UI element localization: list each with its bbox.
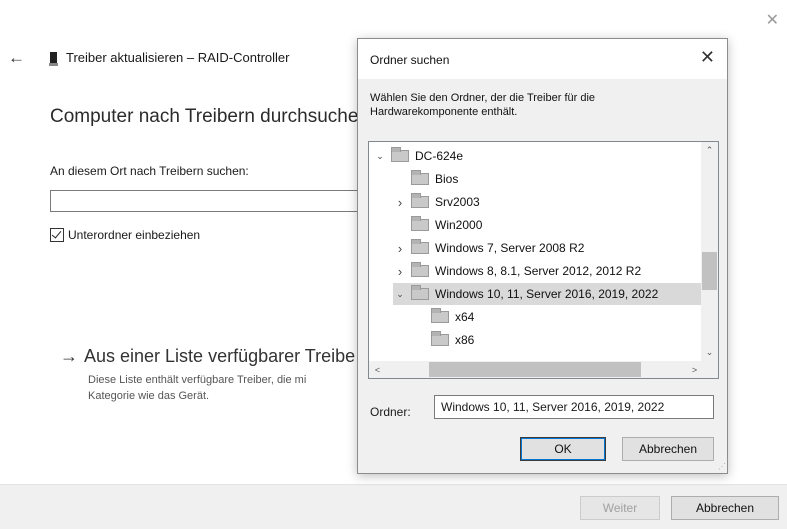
wizard-footer xyxy=(0,484,787,529)
tree-item-label: DC-624e xyxy=(415,149,464,163)
chevron-down-icon[interactable]: ⌄ xyxy=(393,289,407,300)
pick-from-list-link[interactable]: → Aus einer Liste verfügbarer Treibe xyxy=(60,346,355,367)
scroll-up-icon[interactable]: ⌃ xyxy=(701,142,718,159)
tree-item[interactable]: ⌄ DC-624e xyxy=(373,145,463,167)
tree-item[interactable]: › Windows 8, 8.1, Server 2012, 2012 R2 xyxy=(393,260,641,282)
resize-grip-icon[interactable]: ⋰ xyxy=(718,462,726,471)
folder-icon xyxy=(411,262,429,277)
next-button[interactable]: Weiter xyxy=(580,496,660,520)
dialog-cancel-button[interactable]: Abbrechen xyxy=(622,437,714,461)
pick-from-list-description: Diese Liste enthält verfügbare Treiber, … xyxy=(88,372,306,404)
chevron-right-icon[interactable]: › xyxy=(393,241,407,256)
pick-from-list-label: Aus einer Liste verfügbarer Treibe xyxy=(84,346,356,366)
arrow-right-icon: → xyxy=(60,346,78,366)
tree-item[interactable]: › Srv2003 xyxy=(393,191,480,213)
folder-icon xyxy=(411,239,429,254)
folder-icon xyxy=(411,193,429,208)
dialog-description: Wählen Sie den Ordner, der die Treiber f… xyxy=(370,92,596,118)
tree-item[interactable]: Win2000 xyxy=(393,214,482,236)
dialog-titlebar: Ordner suchen ✕ xyxy=(358,39,727,79)
cancel-button[interactable]: Abbrechen xyxy=(671,496,779,520)
folder-icon xyxy=(411,216,429,231)
checkbox-box[interactable] xyxy=(50,228,64,242)
path-label: An diesem Ort nach Treibern suchen: xyxy=(50,164,249,178)
chevron-right-icon[interactable]: › xyxy=(393,195,407,210)
folder-icon xyxy=(411,170,429,185)
desc-line: Diese Liste enthält verfügbare Treiber, … xyxy=(88,374,307,386)
horizontal-scroll-thumb[interactable] xyxy=(429,362,641,377)
close-icon[interactable]: ✕ xyxy=(766,10,779,30)
scroll-down-icon[interactable]: ⌄ xyxy=(701,344,718,361)
folder-label: Ordner: xyxy=(370,405,411,419)
vertical-scroll-thumb[interactable] xyxy=(702,252,717,290)
folder-icon xyxy=(431,331,449,346)
tree-item-label: Windows 8, 8.1, Server 2012, 2012 R2 xyxy=(435,264,642,278)
tree-item-label: Windows 10, 11, Server 2016, 2019, 2022 xyxy=(435,287,659,301)
tree-item-label: Win2000 xyxy=(435,218,483,232)
include-subfolders-checkbox[interactable]: Unterordner einbeziehen xyxy=(50,228,200,242)
tree-item[interactable]: Bios xyxy=(393,168,458,190)
folder-icon xyxy=(411,285,429,300)
tree-item-label: Windows 7, Server 2008 R2 xyxy=(435,241,585,255)
tree-item[interactable]: x86 xyxy=(413,329,474,351)
chevron-down-icon[interactable]: ⌄ xyxy=(373,151,387,162)
folder-icon xyxy=(431,308,449,323)
scrollbar-corner xyxy=(701,361,718,378)
desc-line: Kategorie wie das Gerät. xyxy=(88,390,210,402)
tree-item[interactable]: › Windows 7, Server 2008 R2 xyxy=(393,237,584,259)
browse-folder-dialog: Ordner suchen ✕ Wählen Sie den Ordner, d… xyxy=(357,38,728,474)
window-title: Treiber aktualisieren – RAID-Controller xyxy=(66,50,290,65)
chevron-right-icon[interactable]: › xyxy=(393,264,407,279)
vertical-scrollbar[interactable]: ⌃ ⌄ xyxy=(701,142,718,361)
device-icon xyxy=(49,52,58,66)
tree-item-label: Srv2003 xyxy=(435,195,480,209)
horizontal-scrollbar[interactable]: < > xyxy=(369,361,703,378)
folder-icon xyxy=(391,147,409,162)
scroll-left-icon[interactable]: < xyxy=(369,361,386,378)
folder-input[interactable]: Windows 10, 11, Server 2016, 2019, 2022 xyxy=(434,395,714,419)
back-arrow-icon[interactable]: ← xyxy=(8,48,25,68)
ok-button[interactable]: OK xyxy=(520,437,606,461)
tree-item[interactable]: x64 xyxy=(413,306,474,328)
folder-tree[interactable]: x86 x64 ⌄ Windows 10, 11, Server 2016, 2019… xyxy=(368,141,719,379)
include-subfolders-label: Unterordner einbeziehen xyxy=(68,228,201,242)
tree-item-label: x86 xyxy=(455,333,475,347)
path-input[interactable] xyxy=(50,190,370,212)
page-heading: Computer nach Treibern durchsuchen xyxy=(50,106,369,127)
tree-item-label: x64 xyxy=(455,310,475,324)
tree-item-label: Bios xyxy=(435,172,459,186)
dialog-title: Ordner suchen xyxy=(370,53,450,67)
dialog-close-icon[interactable]: ✕ xyxy=(700,47,715,68)
tree-item[interactable]: ⌄ Windows 10, 11, Server 2016, 2019, 2022 xyxy=(393,283,703,305)
